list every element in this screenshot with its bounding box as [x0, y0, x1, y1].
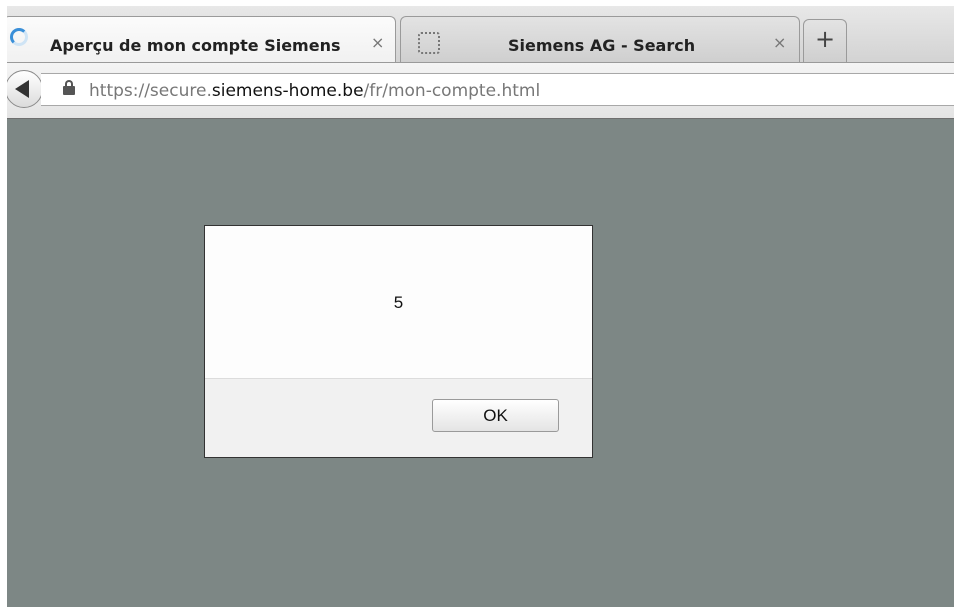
tab-active[interactable]: Aperçu de mon compte Siemens × — [7, 16, 396, 62]
navigation-bar: https://secure.siemens-home.be/fr/mon-co… — [7, 62, 954, 119]
url-text: https://secure.siemens-home.be/fr/mon-co… — [89, 81, 540, 101]
blank-page-icon — [418, 32, 440, 54]
dialog-footer: OK — [205, 378, 592, 457]
lock-icon — [63, 80, 75, 95]
tab-title: Siemens AG - Search — [508, 36, 696, 55]
close-icon[interactable]: × — [371, 33, 384, 52]
tab-strip: Aperçu de mon compte Siemens × Siemens A… — [7, 6, 954, 64]
loading-spinner-icon — [10, 28, 28, 46]
url-path: /fr/mon-compte.html — [363, 81, 541, 101]
back-button[interactable] — [7, 70, 43, 108]
new-tab-button[interactable]: + — [803, 19, 847, 62]
tab-inactive[interactable]: Siemens AG - Search × — [400, 16, 800, 62]
tab-title: Aperçu de mon compte Siemens — [50, 36, 341, 55]
url-prefix: https://secure. — [89, 81, 212, 101]
page-content: 5 OK — [7, 119, 954, 607]
alert-dialog: 5 OK — [204, 225, 593, 458]
ok-button[interactable]: OK — [432, 399, 559, 432]
back-arrow-icon — [15, 80, 29, 98]
address-bar[interactable]: https://secure.siemens-home.be/fr/mon-co… — [41, 73, 954, 106]
close-icon[interactable]: × — [773, 33, 786, 52]
url-domain: siemens-home.be — [211, 81, 364, 101]
browser-window: Aperçu de mon compte Siemens × Siemens A… — [7, 6, 954, 607]
dialog-message: 5 — [393, 293, 404, 312]
